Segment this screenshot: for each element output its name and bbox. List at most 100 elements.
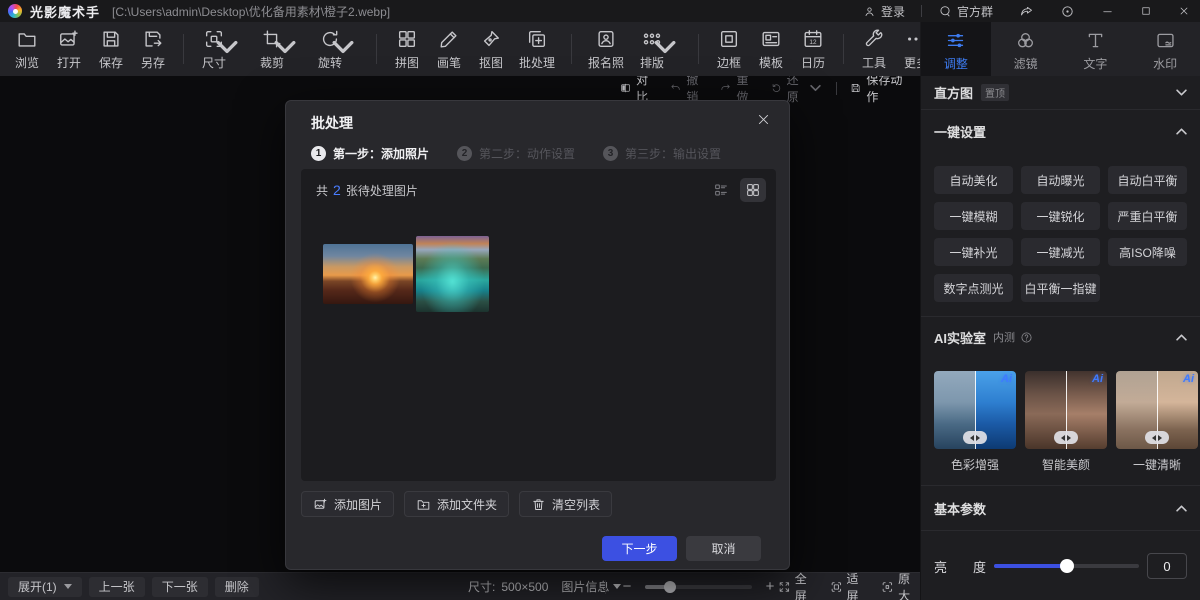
toolbar-item-batch[interactable]: 批处理: [512, 28, 562, 71]
tab-watermark[interactable]: 水印: [1130, 22, 1200, 76]
image-info-group: 尺寸: 500×500 图片信息: [468, 578, 621, 595]
title-bar-left: 光影魔术手 [C:\Users\admin\Desktop\优化备用素材\橙子2…: [8, 2, 390, 21]
brightness-value-input[interactable]: 0: [1147, 553, 1187, 579]
toolbar-item-calendar[interactable]: 12 日历: [792, 28, 834, 71]
auto-white-balance-button[interactable]: 自动白平衡: [1108, 166, 1187, 194]
add-folder-button[interactable]: 添加文件夹: [404, 491, 509, 517]
save-action-button[interactable]: 保存动作: [850, 71, 905, 105]
tab-adjust[interactable]: 调整: [921, 22, 991, 76]
reduce-light-button[interactable]: 一键减光: [1021, 238, 1100, 266]
auto-exposure-button[interactable]: 自动曝光: [1021, 166, 1100, 194]
step-3-output-settings: 3 第三步：输出设置: [603, 145, 721, 162]
original-size-label: 原大: [898, 570, 920, 600]
title-bar-right: 登录 官方群: [863, 3, 1190, 20]
official-group-button[interactable]: 官方群: [938, 3, 993, 20]
svg-text:12: 12: [809, 39, 817, 46]
toolbar-item-id-photo[interactable]: 报名照: [581, 28, 631, 71]
fullscreen-button[interactable]: 全屏: [778, 570, 817, 600]
share-button[interactable]: [1019, 4, 1034, 19]
toolbar-item-crop[interactable]: 裁剪: [251, 28, 293, 71]
toolbar-item-template[interactable]: 模板: [750, 28, 792, 71]
section-histogram[interactable]: 直方图 置顶: [921, 76, 1200, 109]
pin-top-badge[interactable]: 置顶: [981, 84, 1009, 101]
toolbar-item-border[interactable]: 边框: [708, 28, 750, 71]
chevron-down-icon[interactable]: [216, 36, 238, 58]
help-icon[interactable]: [1020, 331, 1033, 344]
toolbar-item-cutout[interactable]: 抠图: [470, 28, 512, 71]
section-ai-lab[interactable]: AI实验室 内测: [921, 317, 1200, 357]
next-image-button[interactable]: 下一张: [152, 577, 208, 597]
ai-card-color-enhance[interactable]: Ai 色彩增强: [934, 371, 1016, 473]
grid-view-button[interactable]: [740, 178, 766, 202]
fill-light-button[interactable]: 一键补光: [934, 238, 1013, 266]
toolbar-item-layout[interactable]: 排版: [631, 28, 673, 71]
chevron-up-icon[interactable]: [1176, 128, 1187, 135]
clear-list-label: 清空列表: [552, 496, 600, 513]
image-thumbnail-waterfall[interactable]: [416, 236, 489, 312]
cancel-button[interactable]: 取消: [686, 536, 761, 561]
toolbar-item-save-as[interactable]: 另存: [132, 28, 174, 71]
chevron-down-icon[interactable]: [654, 36, 676, 58]
zoom-out-button[interactable]: −: [620, 578, 634, 595]
calendar-icon: 12: [802, 28, 824, 50]
chevron-down-icon[interactable]: [332, 36, 354, 58]
dialog-close-icon[interactable]: [756, 112, 771, 127]
chevron-down-icon[interactable]: [274, 36, 296, 58]
toolbar-item-rotate[interactable]: 旋转: [309, 28, 351, 71]
caret-down-icon: [64, 584, 72, 589]
redo-icon: [720, 81, 731, 95]
digital-spot-metering-button[interactable]: 数字点测光: [934, 274, 1013, 302]
settings-button[interactable]: [1060, 4, 1075, 19]
close-window-button[interactable]: [1178, 5, 1190, 17]
one-click-blur-button[interactable]: 一键模糊: [934, 202, 1013, 230]
minimize-button[interactable]: [1101, 5, 1114, 18]
next-step-button[interactable]: 下一步: [602, 536, 677, 561]
login-label: 登录: [881, 3, 905, 20]
pending-count: 共 2 张待处理图片: [316, 182, 418, 199]
toolbar-item-browse[interactable]: 浏览: [6, 28, 48, 71]
toolbar-item-save[interactable]: 保存: [90, 28, 132, 71]
section-basic-params[interactable]: 基本参数: [921, 486, 1200, 530]
chevron-down-icon[interactable]: [810, 81, 821, 95]
tab-filter[interactable]: 滤镜: [991, 22, 1061, 76]
divider: [921, 5, 922, 17]
toolbar-label: 日历: [801, 54, 825, 71]
toolbar-item-open[interactable]: 打开: [48, 28, 90, 71]
auto-beautify-button[interactable]: 自动美化: [934, 166, 1013, 194]
section-one-click[interactable]: 一键设置: [921, 110, 1200, 152]
toolbar-item-brush[interactable]: 画笔: [428, 28, 470, 71]
high-iso-denoise-button[interactable]: 高ISO降噪: [1108, 238, 1187, 266]
white-balance-one-key-button[interactable]: 白平衡一指键: [1021, 274, 1100, 302]
login-button[interactable]: 登录: [863, 3, 905, 20]
clear-list-button[interactable]: 清空列表: [519, 491, 612, 517]
slider-knob[interactable]: [1060, 559, 1074, 573]
histogram-title: 直方图: [934, 83, 973, 102]
zoom-in-button[interactable]: +: [763, 578, 777, 595]
card-label: 智能美颜: [1025, 456, 1107, 473]
image-thumbnail-sunset[interactable]: [323, 244, 413, 304]
severe-white-balance-button[interactable]: 严重白平衡: [1108, 202, 1187, 230]
toolbar-item-tools[interactable]: 工具: [853, 28, 895, 71]
chevron-down-icon[interactable]: [1176, 89, 1187, 96]
expand-panel-button[interactable]: 展开(1): [8, 577, 82, 597]
original-size-button[interactable]: 原大: [881, 570, 920, 600]
delete-image-button[interactable]: 删除: [215, 577, 259, 597]
brightness-slider[interactable]: [994, 564, 1139, 568]
previous-image-button[interactable]: 上一张: [89, 577, 145, 597]
add-image-button[interactable]: 添加图片: [301, 491, 394, 517]
ai-card-smart-beauty[interactable]: Ai 智能美颜: [1025, 371, 1107, 473]
toolbar-item-collage[interactable]: 拼图: [386, 28, 428, 71]
one-click-sharpen-button[interactable]: 一键锐化: [1021, 202, 1100, 230]
zoom-slider[interactable]: [645, 585, 752, 589]
ai-card-one-click-clarity[interactable]: Ai 一键清晰: [1116, 371, 1198, 473]
chevron-up-icon[interactable]: [1176, 334, 1187, 341]
fit-screen-button[interactable]: 适屏: [830, 570, 869, 600]
chevron-up-icon[interactable]: [1176, 505, 1187, 512]
toolbar-item-resize[interactable]: 尺寸: [193, 28, 235, 71]
list-view-button[interactable]: [708, 178, 734, 202]
smart-beauty-preview: Ai: [1025, 371, 1107, 449]
tab-text[interactable]: 文字: [1061, 22, 1131, 76]
zoom-slider-knob[interactable]: [664, 581, 676, 593]
add-folder-icon: [416, 497, 431, 512]
maximize-button[interactable]: [1140, 5, 1152, 17]
